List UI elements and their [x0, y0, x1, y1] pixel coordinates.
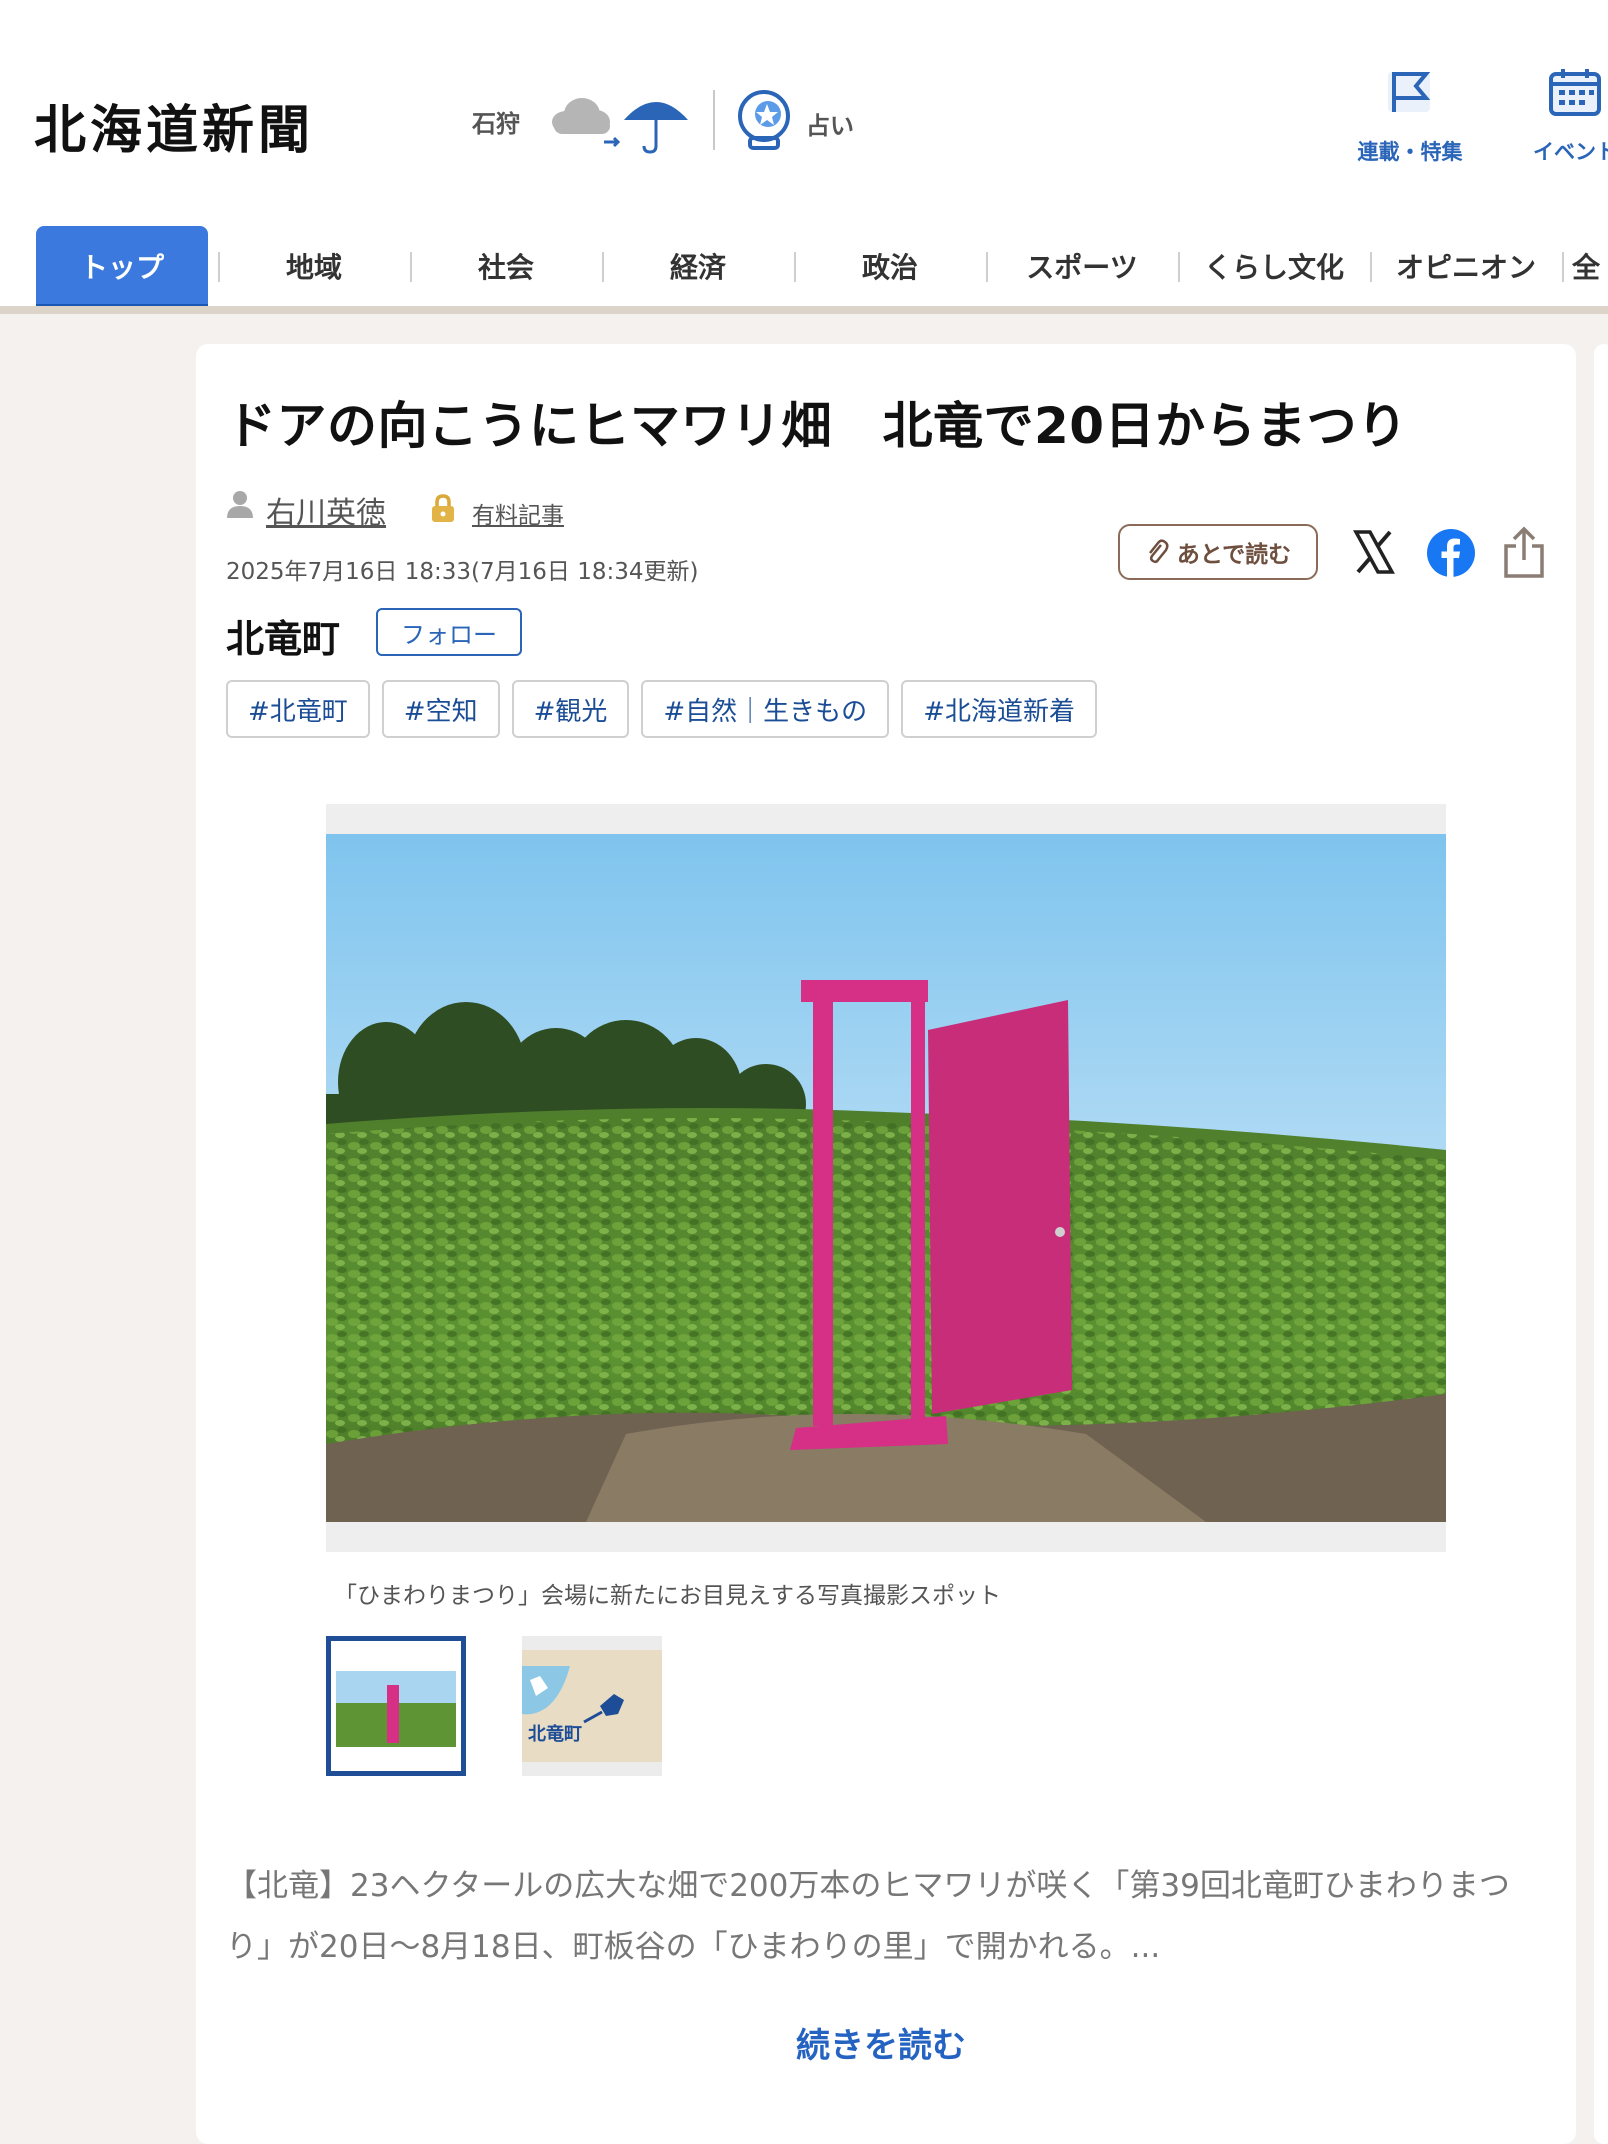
tag-list: #北竜町 #空知 #観光 #自然｜生きもの #北海道新着	[226, 680, 1097, 738]
tag-nature[interactable]: #自然｜生きもの	[641, 680, 890, 738]
tag-hokuryu[interactable]: #北竜町	[226, 680, 370, 738]
read-later-label: あとで読む	[1176, 542, 1292, 568]
nav-tab-sports[interactable]: スポーツ	[988, 226, 1176, 314]
nav-tab-society[interactable]: 社会	[412, 226, 600, 314]
weather-region[interactable]: 石狩	[472, 104, 520, 139]
side-card-edge	[1594, 344, 1608, 2144]
map-thumb-label: 北竜町	[528, 1723, 582, 1745]
nav-tab-politics[interactable]: 政治	[796, 226, 984, 314]
paid-article-link[interactable]: 有料記事	[472, 496, 564, 530]
tag-tourism[interactable]: #観光	[511, 680, 630, 738]
lock-icon	[432, 494, 454, 522]
tag-sorachi[interactable]: #空知	[381, 680, 500, 738]
nav-tab-opinion[interactable]: オピニオン	[1372, 226, 1560, 314]
nav-tab-all[interactable]: 全	[1572, 226, 1608, 314]
nav-bottom-border	[0, 306, 1608, 314]
nav-tab-culture[interactable]: くらし文化	[1180, 226, 1368, 314]
global-nav: トップ 地域 社会 経済 政治 スポーツ くらし文化 オピニオン 全	[0, 226, 1608, 314]
x-share-icon[interactable]	[1350, 528, 1398, 576]
article-headline: ドアの向こうにヒマワリ畑 北竜で20日からまつり	[226, 397, 1408, 455]
event-link[interactable]: イベント	[1520, 66, 1608, 166]
person-icon	[227, 491, 253, 518]
header-divider	[713, 90, 715, 150]
calendar-icon	[1549, 69, 1601, 116]
read-later-button[interactable]: あとで読む	[1118, 524, 1318, 580]
facebook-share-icon[interactable]	[1426, 528, 1476, 578]
hokkaido-map-icon: 北竜町	[522, 1636, 662, 1776]
crystal-ball-icon[interactable]	[734, 88, 794, 152]
tag-hokkaido-news[interactable]: #北海道新着	[901, 680, 1097, 738]
read-more-link[interactable]: 続きを読む	[796, 2018, 966, 2067]
nav-tab-region[interactable]: 地域	[220, 226, 408, 314]
share-icon[interactable]	[1500, 526, 1548, 580]
series-link[interactable]: 連載・特集	[1356, 66, 1464, 166]
photo-caption: 「ひまわりまつり」会場に新たにお目見えする写真撮影スポット	[334, 1583, 1001, 1609]
site-logo[interactable]: 北海道新聞	[34, 88, 314, 163]
author-link[interactable]: 右川英徳	[266, 488, 386, 532]
follow-button[interactable]: フォロー	[376, 608, 522, 656]
cloud-umbrella-icon[interactable]	[552, 84, 694, 154]
area-label: 北竜町	[226, 617, 341, 661]
event-link-label: イベント	[1533, 140, 1608, 164]
thumbnail-photo-1[interactable]	[326, 1636, 466, 1776]
publish-date: 2025年7月16日 18:33(7月16日 18:34更新)	[226, 559, 699, 585]
site-header: 北海道新聞 石狩 占い 連載・特集 イベント	[0, 0, 1608, 228]
nav-tab-top[interactable]: トップ	[36, 226, 208, 312]
nav-separator	[1562, 252, 1564, 282]
article-photo[interactable]	[326, 834, 1446, 1522]
series-link-label: 連載・特集	[1357, 140, 1463, 164]
thumbnail-door-image	[331, 1641, 461, 1771]
fortune-link[interactable]: 占い	[806, 106, 854, 141]
paperclip-icon	[1148, 539, 1169, 564]
thumbnail-map[interactable]: 北竜町	[522, 1636, 662, 1776]
flag-icon	[1388, 72, 1431, 112]
article-lead: 【北竜】23ヘクタールの広大な畑で200万本のヒマワリが咲く「第39回北竜町ひま…	[226, 1868, 1510, 1965]
nav-tab-economy[interactable]: 経済	[604, 226, 792, 314]
